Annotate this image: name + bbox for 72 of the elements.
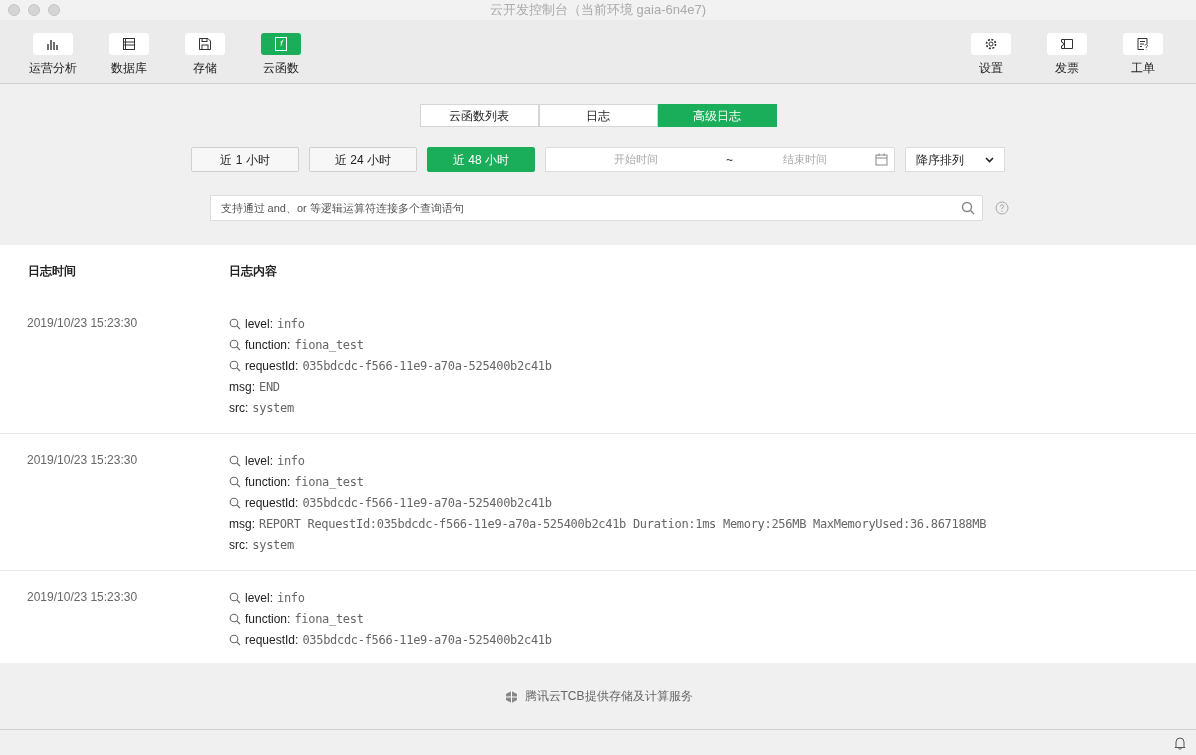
start-time-placeholder: 开始时间: [613, 152, 659, 168]
search-icon[interactable]: [229, 454, 241, 467]
field-key: requestId:: [245, 493, 299, 512]
field-key: requestId:: [245, 630, 299, 649]
field-value: fiona_test: [294, 610, 364, 628]
field-value: info: [277, 315, 305, 333]
log-time: 2019/10/23 15:23:30: [26, 589, 139, 606]
sort-dropdown[interactable]: 降序排列: [905, 147, 1005, 172]
field-key: function:: [245, 609, 291, 628]
tab[interactable]: 日志: [538, 104, 658, 127]
search-icon[interactable]: [960, 201, 975, 215]
end-time-placeholder: 结束时间: [782, 152, 828, 168]
table-icon: [121, 36, 137, 52]
bell-icon[interactable]: [1174, 735, 1186, 750]
window-title: 云开发控制台（当前环境 gaia-6n4e7): [490, 1, 706, 20]
log-time: 2019/10/23 15:23:30: [26, 452, 139, 469]
tab[interactable]: 云函数列表: [419, 104, 539, 127]
range-separator: ~: [726, 151, 733, 169]
toolbar-label: 发票: [1055, 60, 1079, 77]
search-icon[interactable]: [229, 338, 241, 351]
field-key: msg:: [229, 514, 255, 533]
field-value: fiona_test: [294, 473, 364, 491]
field-value: info: [277, 589, 305, 607]
column-header: 日志内容: [229, 263, 277, 280]
field-value: system: [252, 536, 294, 554]
cube-logo-icon: [503, 688, 519, 704]
field-key: requestId:: [245, 356, 299, 375]
search-field[interactable]: 支持通过 and、or 等逻辑运算符连接多个查询语句: [209, 195, 983, 221]
field-key: level:: [245, 451, 273, 470]
search-icon[interactable]: [229, 317, 241, 330]
field-value: REPORT RequestId:035bdcdc-f566-11e9-a70a-525400b2c41b Duration:1ms Memory:256MB MaxMemoryUsed:36.867188MB: [259, 515, 987, 533]
date-range-field[interactable]: 开始时间 ~ 结束时间: [545, 147, 895, 172]
field-key: msg:: [229, 377, 255, 396]
toolbar-button[interactable]: [1047, 33, 1087, 55]
search-icon[interactable]: [229, 591, 241, 604]
field-value: 035bdcdc-f566-11e9-a70a-525400b2c41b: [302, 357, 552, 375]
field-key: level:: [245, 314, 273, 333]
field-value: END: [259, 378, 280, 396]
search-icon[interactable]: [229, 475, 241, 488]
field-value: fiona_test: [294, 336, 364, 354]
gear-icon: [983, 36, 999, 52]
document-question-icon: [1135, 36, 1151, 52]
toolbar-button[interactable]: [185, 33, 225, 55]
column-header: 日志时间: [27, 263, 77, 280]
field-key: function:: [245, 335, 291, 354]
toolbar-label: 工单: [1131, 60, 1155, 77]
toolbar-button[interactable]: [109, 33, 149, 55]
field-value: 035bdcdc-f566-11e9-a70a-525400b2c41b: [302, 494, 552, 512]
footer-text: 腾讯云TCB提供存储及计算服务: [524, 688, 693, 705]
toolbar-label: 云函数: [263, 60, 299, 77]
search-icon[interactable]: [229, 612, 241, 625]
field-key: function:: [245, 472, 291, 491]
toolbar-button[interactable]: [1123, 33, 1163, 55]
field-value: system: [252, 399, 294, 417]
search-icon[interactable]: [229, 359, 241, 372]
log-time: 2019/10/23 15:23:30: [26, 315, 139, 332]
field-value: info: [277, 452, 305, 470]
toolbar-label: 存储: [193, 60, 217, 77]
field-key: src:: [229, 535, 249, 554]
toolbar-label: 设置: [979, 60, 1003, 77]
ticket-icon: [1059, 36, 1075, 52]
search-icon[interactable]: [229, 633, 241, 646]
toolbar-label: 数据库: [111, 60, 147, 77]
toolbar-label: 运营分析: [29, 60, 77, 77]
time-range-button[interactable]: 近 1 小时: [191, 147, 299, 172]
field-key: level:: [245, 588, 273, 607]
search-icon[interactable]: [229, 496, 241, 509]
field-key: src:: [229, 398, 249, 417]
chevron-down-icon: [985, 156, 994, 163]
time-range-button[interactable]: 近 24 小时: [309, 147, 417, 172]
function-icon: [273, 36, 289, 52]
field-value: 035bdcdc-f566-11e9-a70a-525400b2c41b: [302, 631, 552, 649]
